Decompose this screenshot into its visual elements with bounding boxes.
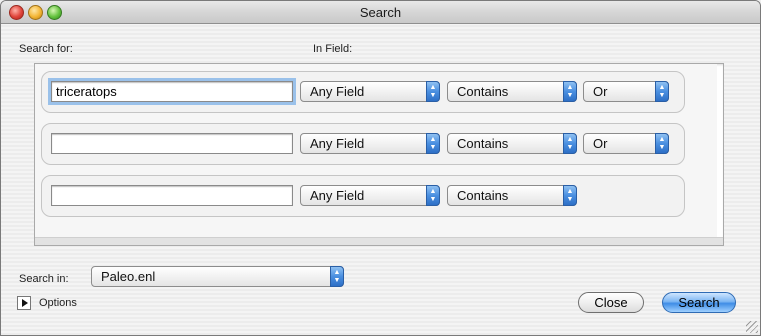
title-bar[interactable]: Search [1, 1, 760, 24]
field-popup-3[interactable]: Any Field ▲ ▼ [300, 185, 440, 206]
search-term-input-1[interactable] [48, 78, 296, 105]
search-in-value: Paleo.enl [101, 269, 156, 284]
updown-arrows-icon: ▲ ▼ [655, 133, 669, 154]
disclosure-triangle-icon [22, 299, 28, 307]
updown-arrows-icon: ▲ ▼ [563, 81, 577, 102]
boolean-popup-2[interactable]: Or ▲ ▼ [583, 133, 669, 154]
criterion-row-3: Any Field ▲ ▼ Contains ▲ ▼ [41, 175, 685, 217]
options-disclosure-button[interactable] [17, 296, 31, 310]
field-popup-2-value: Any Field [310, 136, 365, 151]
field-popup-2[interactable]: Any Field ▲ ▼ [300, 133, 440, 154]
updown-arrows-icon: ▲ ▼ [563, 185, 577, 206]
match-popup-2-value: Contains [457, 136, 509, 151]
criterion-row-1: Any Field ▲▼ Contains ▲▼ Or ▲▼ [41, 71, 685, 113]
search-for-label: Search for: [19, 43, 73, 55]
resize-grip-icon[interactable] [746, 321, 758, 333]
match-popup-3-value: Contains [457, 188, 509, 203]
criteria-list-footer [35, 237, 723, 245]
search-button[interactable]: Search [662, 292, 736, 313]
boolean-popup-2-value: Or [593, 136, 608, 151]
updown-arrows-icon: ▲ ▼ [655, 81, 669, 102]
search-window: Search Search for: In Field: Any Field ▲… [0, 0, 761, 336]
updown-arrows-icon: ▲ ▼ [426, 185, 440, 206]
criteria-list-content: Any Field ▲▼ Contains ▲▼ Or ▲▼ Any Field… [35, 64, 717, 237]
field-popup-3-value: Any Field [310, 188, 365, 203]
match-popup-1-value: Contains [457, 84, 509, 99]
search-term-input-2[interactable] [51, 133, 293, 154]
options-label: Options [39, 297, 77, 309]
boolean-popup-1[interactable]: Or ▲ ▼ [583, 81, 669, 102]
close-button[interactable]: Close [578, 292, 644, 313]
in-field-label: In Field: [313, 43, 353, 55]
boolean-popup-1-value: Or [593, 84, 608, 99]
field-popup-1[interactable]: Any Field ▲ ▼ [300, 81, 440, 102]
updown-arrows-icon: ▲ ▼ [330, 266, 344, 287]
match-popup-2[interactable]: Contains ▲ ▼ [447, 133, 577, 154]
search-term-input-3[interactable] [51, 185, 293, 206]
updown-arrows-icon: ▲ ▼ [563, 133, 577, 154]
criteria-list: Any Field ▲▼ Contains ▲▼ Or ▲▼ Any Field… [34, 63, 724, 246]
search-in-popup[interactable]: Paleo.enl ▲ ▼ [91, 266, 344, 287]
search-in-label: Search in: [19, 273, 69, 285]
match-popup-1[interactable]: Contains ▲ ▼ [447, 81, 577, 102]
field-popup-1-value: Any Field [310, 84, 365, 99]
updown-arrows-icon: ▲ ▼ [426, 81, 440, 102]
match-popup-3[interactable]: Contains ▲ ▼ [447, 185, 577, 206]
criterion-row-2: Any Field ▲ ▼ Contains ▲ ▼ Or ▲ ▼ [41, 123, 685, 165]
updown-arrows-icon: ▲ ▼ [426, 133, 440, 154]
window-title: Search [359, 5, 402, 20]
